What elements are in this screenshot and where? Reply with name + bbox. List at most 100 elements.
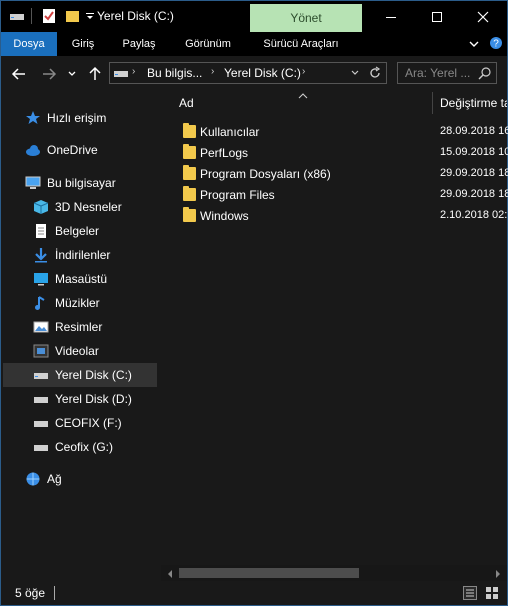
column-header-date[interactable]: Değiştirme ta: [440, 92, 507, 114]
breadcrumb-local-disk[interactable]: Yerel Disk (C:): [224, 66, 301, 80]
scroll-right-icon[interactable]: [494, 568, 502, 582]
nav-label: Videolar: [55, 344, 99, 358]
drive-icon: [33, 439, 49, 455]
close-button[interactable]: [460, 1, 506, 32]
list-item[interactable]: Program Dosyaları (x86) 29.09.2018 18: [161, 164, 508, 185]
drive-icon: [113, 65, 129, 84]
nav-local-disk-c[interactable]: Yerel Disk (C:): [3, 363, 157, 387]
download-icon: [33, 247, 49, 263]
nav-3d-objects[interactable]: 3D Nesneler: [33, 195, 122, 219]
nav-desktop[interactable]: Masaüstü: [33, 267, 107, 291]
nav-label: Masaüstü: [55, 272, 108, 286]
file-date: 29.09.2018 18: [440, 188, 508, 200]
chevron-right-icon[interactable]: ›: [211, 66, 214, 77]
horizontal-scrollbar[interactable]: [161, 565, 507, 581]
forward-button[interactable]: [39, 64, 59, 84]
network-icon: [25, 471, 41, 487]
file-date: 15.09.2018 10: [440, 146, 508, 158]
nav-documents[interactable]: Belgeler: [33, 219, 99, 243]
computer-icon: [25, 175, 41, 191]
scroll-left-icon[interactable]: [166, 568, 174, 582]
chevron-down-icon[interactable]: [350, 66, 360, 83]
nav-label: Bu bilgisayar: [47, 176, 116, 190]
sort-arrow-icon: [298, 89, 308, 103]
column-divider[interactable]: [432, 92, 433, 114]
refresh-icon[interactable]: [368, 65, 382, 84]
list-item[interactable]: PerfLogs 15.09.2018 10: [161, 143, 508, 164]
search-icon[interactable]: [478, 66, 492, 83]
up-button[interactable]: [85, 64, 105, 84]
list-item[interactable]: Windows 2.10.2018 02:1: [161, 206, 508, 227]
chevron-right-icon[interactable]: ›: [132, 66, 135, 77]
tab-file[interactable]: Dosya: [1, 32, 57, 56]
file-name: Windows: [200, 209, 249, 223]
explorer-window: Yerel Disk (C:) Yönet Dosya Giriş Paylaş…: [0, 0, 508, 606]
tab-share[interactable]: Paylaş: [111, 32, 167, 56]
folder-icon: [183, 144, 196, 159]
nav-onedrive[interactable]: OneDrive: [25, 138, 98, 162]
minimize-button[interactable]: [368, 1, 414, 32]
drive-icon: [33, 391, 49, 407]
toolbar-divider: [31, 8, 32, 24]
star-icon: [25, 110, 41, 126]
tab-manage[interactable]: Yönet: [250, 4, 362, 32]
nav-label: OneDrive: [47, 143, 98, 157]
nav-local-disk-d[interactable]: Yerel Disk (D:): [33, 387, 132, 411]
help-icon[interactable]: ?: [489, 36, 503, 53]
tab-drive-tools[interactable]: Sürücü Araçları: [251, 32, 351, 56]
item-count: 5 öğe: [15, 586, 46, 600]
back-button[interactable]: [9, 64, 29, 84]
nav-label: Yerel Disk (D:): [55, 392, 132, 406]
ribbon-tabs: Dosya Giriş Paylaş Görünüm Sürücü Araçla…: [1, 32, 507, 56]
file-date: 28.09.2018 16: [440, 125, 508, 137]
properties-icon[interactable]: [41, 8, 57, 24]
cube-icon: [33, 199, 49, 215]
customize-toolbar-icon[interactable]: [85, 8, 95, 24]
nav-music[interactable]: Müzikler: [33, 291, 100, 315]
nav-label: CEOFIX (F:): [55, 416, 122, 430]
nav-quick-access[interactable]: Hızlı erişim: [25, 106, 106, 130]
recent-locations-button[interactable]: [65, 64, 79, 84]
nav-this-pc[interactable]: Bu bilgisayar: [25, 171, 116, 195]
video-icon: [33, 343, 49, 359]
address-bar[interactable]: › Bu bilgis... › Yerel Disk (C:) ›: [109, 62, 387, 84]
nav-videos[interactable]: Videolar: [33, 339, 99, 363]
tab-view[interactable]: Görünüm: [173, 32, 243, 56]
large-icons-view-icon[interactable]: [485, 586, 499, 603]
cloud-icon: [25, 142, 41, 158]
nav-label: Ceofix (G:): [55, 440, 114, 454]
file-name: Program Dosyaları (x86): [200, 167, 331, 181]
maximize-button[interactable]: [414, 1, 460, 32]
search-placeholder: Ara: Yerel ...: [405, 66, 471, 80]
nav-label: Müzikler: [55, 296, 100, 310]
breadcrumb-this-pc[interactable]: Bu bilgis...: [147, 66, 202, 80]
nav-label: Hızlı erişim: [47, 111, 107, 125]
drive-icon: [33, 415, 49, 431]
nav-ceofix-g[interactable]: Ceofix (G:): [33, 435, 113, 459]
chevron-right-icon[interactable]: ›: [302, 66, 305, 77]
folder-icon: [183, 186, 196, 201]
column-header-name[interactable]: Ad: [179, 92, 194, 114]
list-item[interactable]: Kullanıcılar 28.09.2018 16: [161, 122, 508, 143]
svg-text:?: ?: [493, 39, 499, 50]
nav-downloads[interactable]: İndirilenler: [33, 243, 110, 267]
nav-label: Resimler: [55, 320, 103, 334]
file-name: Kullanıcılar: [200, 125, 260, 139]
nav-ceofix-f[interactable]: CEOFIX (F:): [33, 411, 122, 435]
list-item[interactable]: Program Files 29.09.2018 18: [161, 185, 508, 206]
document-icon: [33, 223, 49, 239]
tab-home[interactable]: Giriş: [59, 32, 107, 56]
drive-icon: [33, 367, 49, 383]
nav-label: İndirilenler: [55, 248, 111, 262]
desktop-icon: [33, 271, 49, 287]
details-view-icon[interactable]: [463, 586, 477, 603]
new-folder-icon[interactable]: [65, 8, 81, 24]
folder-icon: [183, 165, 196, 180]
nav-network[interactable]: Ağ: [25, 467, 62, 491]
scrollbar-thumb[interactable]: [179, 568, 359, 578]
search-input[interactable]: Ara: Yerel ...: [397, 62, 497, 84]
file-date: 2.10.2018 02:1: [440, 209, 508, 221]
collapse-ribbon-icon[interactable]: [467, 37, 481, 54]
nav-pictures[interactable]: Resimler: [33, 315, 102, 339]
drive-icon[interactable]: [9, 8, 25, 24]
